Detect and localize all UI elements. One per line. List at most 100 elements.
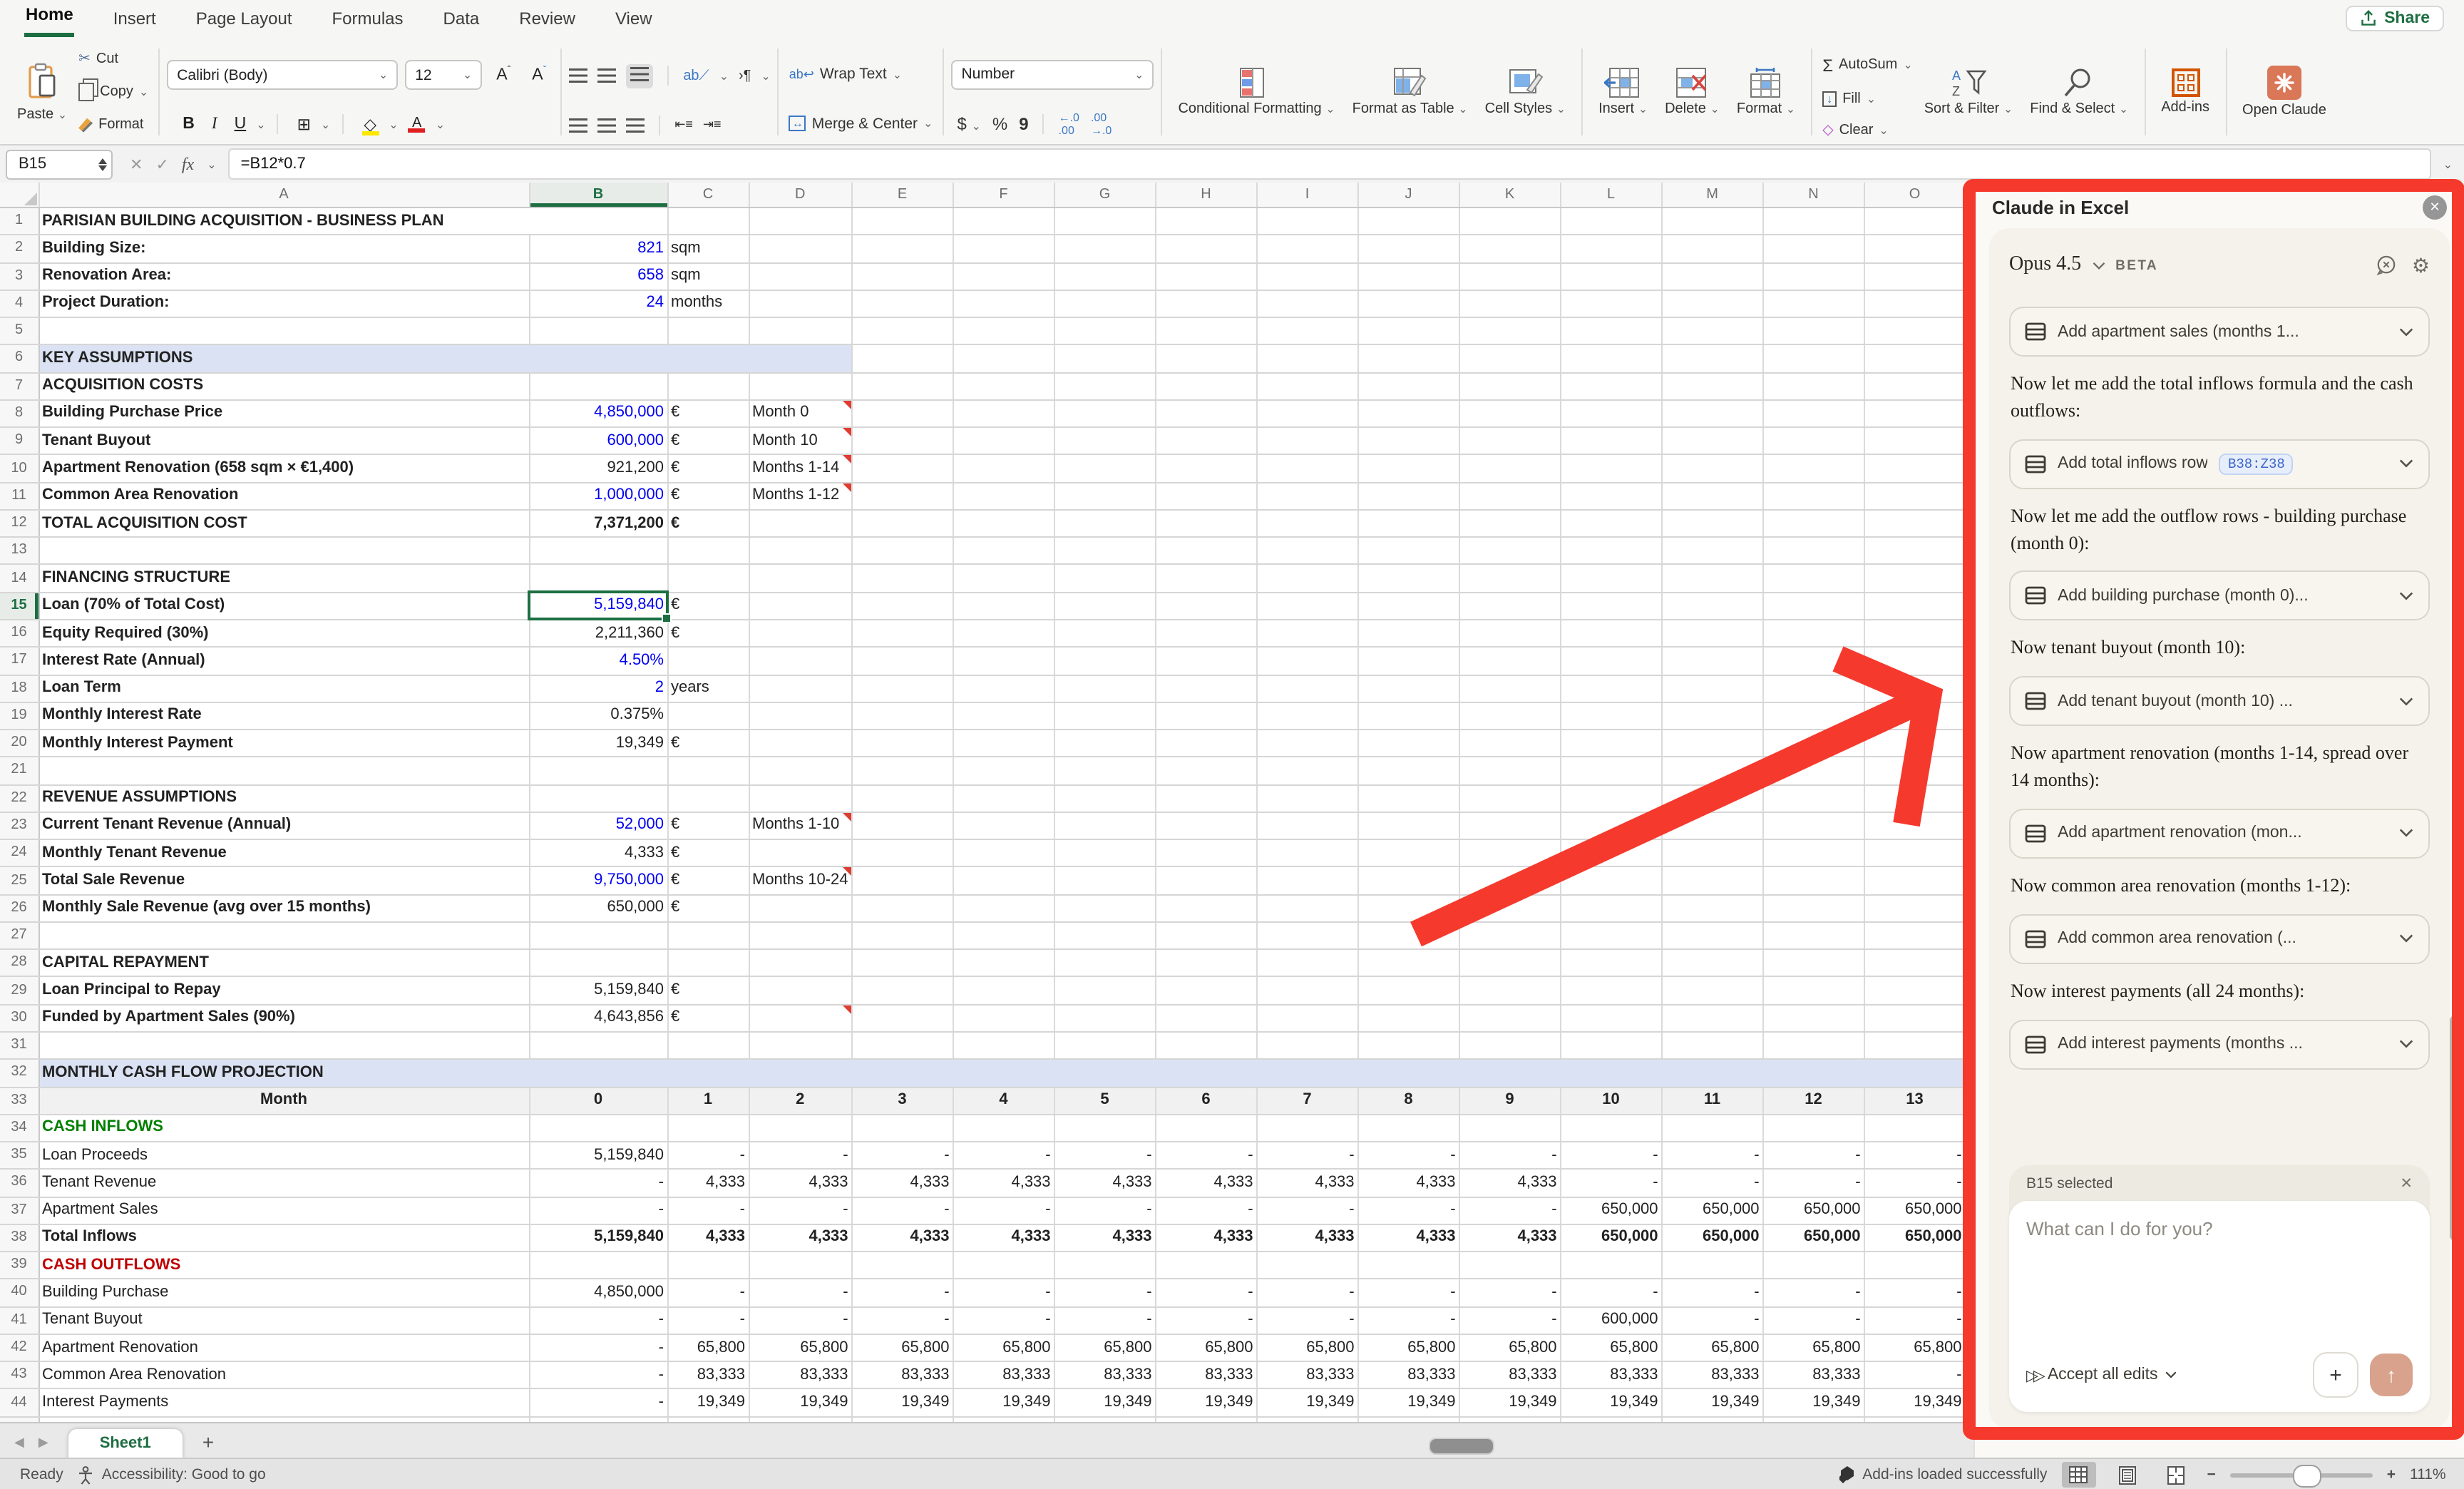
cell-C43[interactable]: 83,333 (667, 1361, 749, 1389)
cell-G6[interactable] (1054, 345, 1156, 373)
cell-C33[interactable]: 1 (667, 1087, 749, 1115)
cell-E41[interactable]: - (852, 1306, 953, 1334)
zoom-slider-thumb[interactable] (2293, 1464, 2321, 1487)
cell-F39[interactable] (953, 1252, 1054, 1279)
cell-A44[interactable]: Interest Payments (38, 1389, 529, 1417)
cell-N40[interactable]: - (1763, 1279, 1864, 1307)
cell-K30[interactable] (1459, 1004, 1561, 1032)
cell-M11[interactable] (1662, 482, 1763, 510)
cell-A41[interactable]: Tenant Buyout (38, 1306, 529, 1334)
cell-L30[interactable] (1561, 1004, 1662, 1032)
cell-G17[interactable] (1054, 648, 1156, 675)
cell-L43[interactable]: 83,333 (1561, 1361, 1662, 1389)
accept-all-edits-button[interactable]: ▷▷ Accept all edits (2026, 1366, 2178, 1384)
cell-B6[interactable] (529, 345, 667, 373)
tool-call-card[interactable]: Add apartment sales (months 1... (2009, 307, 2430, 357)
cancel-entry-icon[interactable]: ✕ (130, 155, 143, 173)
insert-function-icon[interactable]: fx (182, 153, 194, 175)
cell-J28[interactable] (1358, 949, 1459, 977)
cell-A1[interactable]: PARISIAN BUILDING ACQUISITION - BUSINESS… (38, 208, 529, 235)
cell-O16[interactable] (1864, 620, 1966, 648)
cell-D27[interactable] (749, 922, 852, 950)
cell-C34[interactable] (667, 1115, 749, 1142)
cell-F15[interactable] (953, 592, 1054, 620)
cell-J12[interactable] (1358, 510, 1459, 538)
cell-I19[interactable] (1257, 702, 1358, 730)
cell-O30[interactable] (1864, 1004, 1966, 1032)
cell-K29[interactable] (1459, 977, 1561, 1005)
cell-O19[interactable] (1864, 702, 1966, 730)
cell-M18[interactable] (1662, 675, 1763, 702)
cell-N29[interactable] (1763, 977, 1864, 1005)
cell-E16[interactable] (852, 620, 953, 648)
status-accessibility[interactable]: Accessibility: Good to go (102, 1466, 266, 1483)
cell-I37[interactable]: - (1257, 1197, 1358, 1224)
cell-H2[interactable] (1156, 235, 1257, 263)
cell-D9[interactable]: Month 10 (749, 427, 852, 455)
cell-G8[interactable] (1054, 400, 1156, 428)
cell-I35[interactable]: - (1257, 1142, 1358, 1170)
cell-G39[interactable] (1054, 1252, 1156, 1279)
row-header-17[interactable]: 17 (0, 648, 38, 675)
tool-call-card[interactable]: Add total inflows rowB38:Z38 (2009, 439, 2430, 488)
autosum-button[interactable]: ΣAutoSum ⌄ (1819, 53, 1916, 76)
cell-K34[interactable] (1459, 1115, 1561, 1142)
cell-J39[interactable] (1358, 1252, 1459, 1279)
cell-A34[interactable]: CASH INFLOWS (38, 1115, 529, 1142)
cell-D13[interactable] (749, 537, 852, 565)
cell-E4[interactable] (852, 290, 953, 318)
cell-L8[interactable] (1561, 400, 1662, 428)
increase-decimal-button[interactable]: ←.0.00 (1059, 111, 1079, 136)
cell-J29[interactable] (1358, 977, 1459, 1005)
column-header-C[interactable]: C (667, 183, 749, 208)
cell-A40[interactable]: Building Purchase (38, 1279, 529, 1307)
cell-N21[interactable] (1763, 757, 1864, 785)
number-format-select[interactable]: Number⌄ (951, 59, 1154, 89)
cell-O24[interactable] (1864, 839, 1966, 867)
cell-N17[interactable] (1763, 648, 1864, 675)
cell-O7[interactable] (1864, 372, 1966, 400)
row-header-36[interactable]: 36 (0, 1170, 38, 1197)
bold-button[interactable]: B (175, 116, 202, 133)
cell-A37[interactable]: Apartment Sales (38, 1197, 529, 1224)
cell-C35[interactable]: - (667, 1142, 749, 1170)
fill-button[interactable]: ↓Fill ⌄ (1819, 89, 1916, 108)
cell-G44[interactable]: 19,349 (1054, 1389, 1156, 1417)
cell-I9[interactable] (1257, 427, 1358, 455)
cell-C22[interactable] (667, 784, 749, 812)
cell-C1[interactable] (667, 208, 749, 235)
cell-A8[interactable]: Building Purchase Price (38, 400, 529, 428)
cell-K6[interactable] (1459, 345, 1561, 373)
cell-B4[interactable]: 24 (529, 290, 667, 318)
prev-sheet-icon[interactable]: ◀ (14, 1435, 24, 1450)
cell-A4[interactable]: Project Duration: (38, 290, 529, 318)
cell-C10[interactable]: € (667, 455, 749, 483)
row-header-35[interactable]: 35 (0, 1142, 38, 1170)
cell-H23[interactable] (1156, 812, 1257, 840)
cell-A22[interactable]: REVENUE ASSUMPTIONS (38, 784, 529, 812)
cell-H18[interactable] (1156, 675, 1257, 702)
cell-D41[interactable]: - (749, 1306, 852, 1334)
cell-A25[interactable]: Total Sale Revenue (38, 867, 529, 895)
cell-G22[interactable] (1054, 784, 1156, 812)
cell-N18[interactable] (1763, 675, 1864, 702)
cell-J25[interactable] (1358, 867, 1459, 895)
cell-G37[interactable]: - (1054, 1197, 1156, 1224)
row-header-7[interactable]: 7 (0, 372, 38, 400)
cell-L17[interactable] (1561, 648, 1662, 675)
cell-J26[interactable] (1358, 894, 1459, 922)
cell-O43[interactable]: - (1864, 1361, 1966, 1389)
cell-I3[interactable] (1257, 262, 1358, 290)
cell-A9[interactable]: Tenant Buyout (38, 427, 529, 455)
cell-J37[interactable]: - (1358, 1197, 1459, 1224)
cell-B3[interactable]: 658 (529, 262, 667, 290)
cell-E43[interactable]: 83,333 (852, 1361, 953, 1389)
cell-M4[interactable] (1662, 290, 1763, 318)
cell-E20[interactable] (852, 730, 953, 757)
cell-G29[interactable] (1054, 977, 1156, 1005)
cell-J10[interactable] (1358, 455, 1459, 483)
cell-L21[interactable] (1561, 757, 1662, 785)
cell-O34[interactable] (1864, 1115, 1966, 1142)
cell-E22[interactable] (852, 784, 953, 812)
cell-B2[interactable]: 821 (529, 235, 667, 263)
